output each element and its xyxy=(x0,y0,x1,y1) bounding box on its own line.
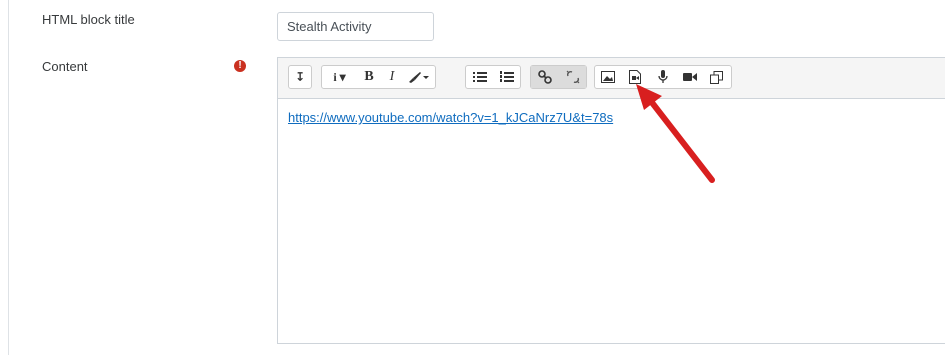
left-divider xyxy=(8,0,9,355)
unordered-list-icon xyxy=(472,72,487,82)
record-audio-icon xyxy=(657,70,668,83)
toolbar-group-toggle: ↧ xyxy=(288,65,312,89)
info-dropdown-button[interactable]: i ▾ xyxy=(322,66,357,88)
insert-media-icon xyxy=(629,70,641,84)
required-icon: ! xyxy=(234,60,246,72)
html-block-title-label: HTML block title xyxy=(42,12,135,27)
italic-button[interactable]: I xyxy=(381,66,403,88)
unlink-button[interactable] xyxy=(559,66,586,88)
content-editor: ↧ i ▾ B I https://www.youtube.com/watch?… xyxy=(277,57,945,344)
unlink-icon xyxy=(566,70,579,84)
manage-files-button[interactable] xyxy=(703,66,729,88)
ordered-list-icon xyxy=(499,71,514,82)
bold-button[interactable]: B xyxy=(357,66,381,88)
editor-toolbar: ↧ i ▾ B I xyxy=(278,58,945,99)
ordered-list-button[interactable] xyxy=(493,66,520,88)
text-style-icon xyxy=(409,72,429,83)
toolbar-group-links xyxy=(530,65,587,89)
toolbar-group-lists xyxy=(465,65,521,89)
insert-image-button[interactable] xyxy=(595,66,621,88)
link-icon xyxy=(538,70,552,84)
unordered-list-button[interactable] xyxy=(466,66,493,88)
insert-media-button[interactable] xyxy=(621,66,649,88)
toolbar-group-style: i ▾ B I xyxy=(321,65,436,89)
html-block-title-input[interactable] xyxy=(277,12,434,41)
insert-image-icon xyxy=(601,71,615,83)
toolbar-group-media xyxy=(594,65,732,89)
collapse-toggle-button[interactable]: ↧ xyxy=(289,66,311,88)
editor-content-text[interactable]: https://www.youtube.com/watch?v=1_kJCaNr… xyxy=(288,110,613,125)
record-audio-button[interactable] xyxy=(649,66,676,88)
link-button[interactable] xyxy=(531,66,559,88)
content-label: Content xyxy=(42,59,88,74)
manage-files-icon xyxy=(709,70,723,84)
record-video-button[interactable] xyxy=(676,66,703,88)
text-style-button[interactable] xyxy=(403,66,435,88)
record-video-icon xyxy=(682,73,697,81)
